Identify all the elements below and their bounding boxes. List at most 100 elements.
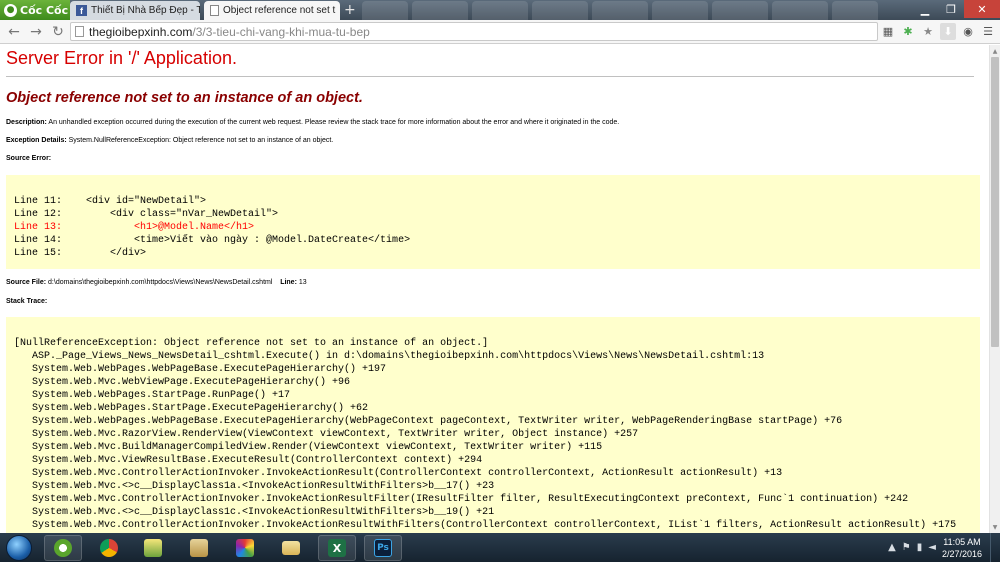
minimize-button[interactable]: ▁	[912, 0, 938, 18]
paint-icon[interactable]	[226, 535, 264, 561]
source-error-label: Source Error:	[6, 155, 52, 162]
stack-trace-line: ASP._Page_Views_News_NewsDetail_cshtml.E…	[14, 351, 765, 362]
network-icon[interactable]: ▮	[917, 542, 923, 553]
clock-date: 2/27/2016	[941, 548, 982, 559]
source-file-line: Source File: d:\domains\thegioibepxinh.c…	[6, 279, 307, 286]
source-line: Line 12: <div class="nVar_NewDetail">	[14, 209, 279, 220]
user-icon[interactable]: ◉	[960, 23, 976, 40]
exception-details-line: Exception Details: System.NullReferenceE…	[6, 137, 333, 144]
paint-glyph	[236, 539, 254, 557]
stack-trace-box: [NullReferenceException: Object referenc…	[6, 317, 980, 533]
source-error-heading: Source Error:	[6, 155, 51, 162]
error-message: Object reference not set to an instance …	[6, 90, 363, 106]
excel-icon[interactable]: X	[318, 535, 356, 561]
source-line: Line 13: <h1>@Model.Name</h1>	[14, 222, 255, 233]
chrome-icon[interactable]	[90, 535, 128, 561]
download-icon[interactable]: ⬇	[940, 23, 956, 40]
exception-label: Exception Details:	[6, 137, 67, 144]
tab-background[interactable]	[772, 1, 828, 20]
chrome-glyph	[100, 539, 118, 557]
stack-trace-line: System.Web.Mvc.RazorView.RenderView(View…	[14, 429, 639, 440]
tab-error-page[interactable]: Object reference not set t ✕	[204, 1, 340, 20]
browser-brand-label: Cốc Cốc	[20, 3, 69, 17]
tab-background[interactable]	[532, 1, 588, 20]
explorer-glyph	[190, 539, 208, 557]
facebook-icon: f	[76, 5, 87, 16]
maximize-button[interactable]: ❐	[938, 0, 964, 18]
stack-trace-line: System.Web.WebPages.WebPageBase.ExecuteP…	[14, 364, 387, 375]
tab-facebook[interactable]: f Thiết Bị Nhà Bếp Đẹp - Tủ	[70, 1, 200, 20]
tab-background[interactable]	[472, 1, 528, 20]
reload-button[interactable]: ↻	[50, 24, 66, 40]
navigation-bar: ← → ↻ thegioibepxinh.com/3/3-tieu-chi-va…	[0, 20, 1000, 44]
tab-background[interactable]	[412, 1, 468, 20]
new-tab-button[interactable]: +	[344, 3, 356, 17]
stack-trace-line: System.Web.WebPages.WebPageBase.ExecuteP…	[14, 416, 843, 427]
system-clock[interactable]: 11:05 AM 2/27/2016	[942, 536, 982, 560]
back-button[interactable]: ←	[6, 24, 22, 40]
source-file-label: Source File:	[6, 279, 47, 286]
window-controls: ▁ ❐ ✕	[912, 0, 1000, 18]
tab-background[interactable]	[362, 1, 408, 20]
close-icon[interactable]: ✕	[339, 5, 340, 16]
page-title: Server Error in '/' Application.	[6, 48, 237, 68]
stack-trace-line: System.Web.WebPages.StartPage.RunPage() …	[14, 390, 291, 401]
coccoc-logo-icon: ●	[4, 3, 17, 17]
stack-trace-label: Stack Trace:	[6, 298, 48, 305]
scrollbar-thumb[interactable]	[991, 57, 999, 347]
description-label: Description:	[6, 119, 47, 126]
browser-menu-button[interactable]: ● Cốc Cốc	[0, 0, 70, 20]
close-window-button[interactable]: ✕	[964, 0, 1000, 18]
tray-expand-icon[interactable]: ▲	[888, 542, 896, 553]
source-line: Line 11: <div id="NewDetail">	[14, 196, 207, 207]
vertical-scrollbar[interactable]: ▲ ▼	[989, 45, 1000, 533]
bookmark-star-icon[interactable]: ★	[920, 23, 936, 40]
tab-title: Object reference not set t	[223, 5, 336, 16]
stack-trace-line: System.Web.Mvc.ControllerActionInvoker.I…	[14, 494, 909, 505]
flag-icon[interactable]: ⚑	[902, 542, 911, 553]
line-label: Line:	[280, 279, 297, 286]
photoshop-icon[interactable]: Ps	[364, 535, 402, 561]
scroll-up-icon[interactable]: ▲	[990, 46, 1000, 56]
tab-title: Thiết Bị Nhà Bếp Đẹp - Tủ	[91, 5, 200, 16]
source-file-path: d:\domains\thegioibepxinh.com\httpdocs\V…	[48, 279, 273, 286]
stack-trace-line: System.Web.Mvc.ControllerActionInvoker.I…	[14, 520, 957, 531]
source-line: Line 15: </div>	[14, 248, 147, 259]
start-button[interactable]	[6, 535, 32, 561]
line-number: 13	[298, 279, 307, 286]
tab-background[interactable]	[652, 1, 708, 20]
url-host: thegioibepxinh.com	[89, 24, 193, 39]
coccoc-browser-icon[interactable]	[44, 535, 82, 561]
system-tray: ▲ ⚑ ▮ ◄ 11:05 AM 2/27/2016	[888, 533, 1000, 562]
stack-trace-line: System.Web.Mvc.<>c__DisplayClass1c.<Invo…	[14, 507, 495, 518]
source-line: Line 14: <time>Viết vào ngày : @Model.Da…	[14, 235, 411, 246]
folder-icon[interactable]	[272, 535, 310, 561]
description-line: Description: An unhandled exception occu…	[6, 119, 619, 126]
page-icon	[75, 26, 84, 37]
forward-button[interactable]: →	[28, 24, 44, 40]
page-icon	[210, 5, 219, 16]
translate-icon[interactable]: ▦	[880, 23, 896, 40]
show-desktop-button[interactable]	[990, 533, 1000, 562]
scroll-down-icon[interactable]: ▼	[990, 522, 1000, 532]
toolbar-icons: ▦ ✱ ★ ⬇ ◉ ☰	[880, 23, 996, 40]
menu-icon[interactable]: ☰	[980, 23, 996, 40]
photoshop-glyph: Ps	[374, 539, 392, 557]
tab-background[interactable]	[832, 1, 878, 20]
divider	[6, 76, 974, 77]
stack-trace-line: System.Web.Mvc.<>c__DisplayClass1a.<Invo…	[14, 481, 495, 492]
stack-trace-line: System.Web.WebPages.StartPage.ExecutePag…	[14, 403, 369, 414]
image-viewer-icon[interactable]	[134, 535, 172, 561]
android-icon[interactable]: ✱	[900, 23, 916, 40]
file-explorer-icon[interactable]	[180, 535, 218, 561]
page-content: Server Error in '/' Application. Object …	[0, 45, 989, 533]
tab-background[interactable]	[712, 1, 768, 20]
stack-trace-line: [NullReferenceException: Object referenc…	[14, 338, 489, 349]
tab-background[interactable]	[592, 1, 648, 20]
address-bar[interactable]: thegioibepxinh.com/3/3-tieu-chi-vang-khi…	[70, 22, 878, 41]
coccoc-glyph	[54, 539, 72, 557]
stack-trace-line: System.Web.Mvc.WebViewPage.ExecutePageHi…	[14, 377, 351, 388]
image-viewer-glyph	[144, 539, 162, 557]
excel-glyph: X	[328, 539, 346, 557]
volume-icon[interactable]: ◄	[928, 542, 936, 553]
